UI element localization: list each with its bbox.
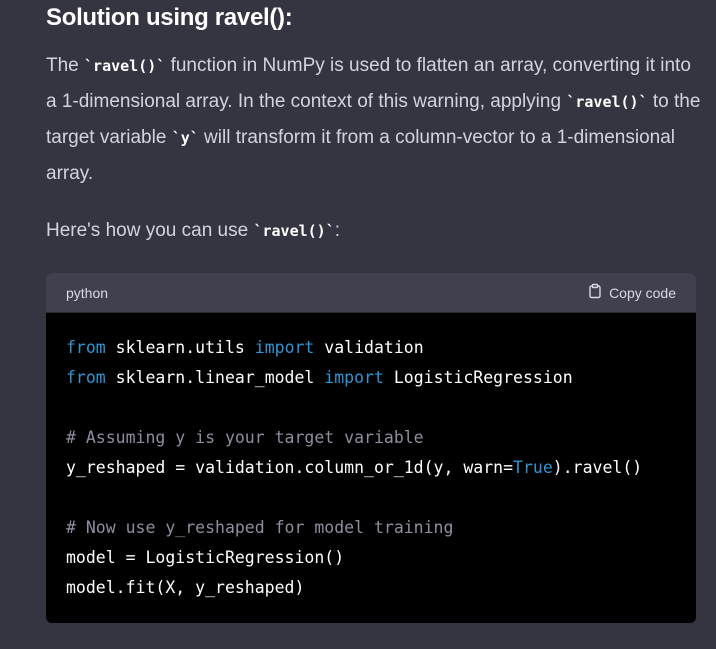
inline-code: `ravel()` bbox=[84, 57, 166, 75]
code-text: validation bbox=[314, 338, 424, 357]
code-text: ).ravel() bbox=[552, 458, 643, 477]
code-text: sklearn.utils bbox=[105, 338, 255, 357]
text-span: Here's how you can use bbox=[46, 220, 254, 241]
code-line: # Assuming y is your target variable bbox=[66, 423, 676, 453]
builtin-constant: True bbox=[513, 458, 553, 477]
text-span: The bbox=[46, 55, 85, 76]
code-language-label: python bbox=[66, 284, 109, 301]
usage-paragraph: Here's how you can use `ravel()`: bbox=[46, 213, 340, 249]
explanation-paragraph: The `ravel()` function in NumPy is used … bbox=[46, 48, 706, 191]
keyword: import bbox=[254, 338, 315, 357]
code-comment: # Assuming y is your target variable bbox=[66, 428, 424, 447]
inline-code: `ravel()` bbox=[566, 93, 648, 111]
copy-code-label: Copy code bbox=[609, 284, 676, 301]
code-line: model.fit(X, y_reshaped) bbox=[66, 573, 676, 603]
keyword: import bbox=[324, 368, 384, 387]
code-line: # Now use y_reshaped for model training bbox=[66, 513, 676, 543]
code-header: python Copy code bbox=[46, 273, 696, 313]
code-text: model.fit(X, y_reshaped) bbox=[66, 578, 305, 597]
clipboard-icon bbox=[587, 283, 603, 302]
chat-message: Solution using ravel(): The `ravel()` fu… bbox=[0, 0, 716, 649]
code-comment: # Now use y_reshaped for model training bbox=[66, 518, 454, 537]
keyword: from bbox=[66, 368, 106, 387]
code-line: from sklearn.linear_model import Logisti… bbox=[66, 363, 676, 393]
inline-code: `ravel()` bbox=[253, 222, 335, 240]
code-content[interactable]: from sklearn.utils import validation from… bbox=[46, 313, 696, 603]
copy-code-button[interactable]: Copy code bbox=[587, 283, 676, 302]
code-text: model = LogisticRegression() bbox=[66, 548, 345, 567]
code-line: from sklearn.utils import validation bbox=[66, 333, 676, 363]
text-span: : bbox=[334, 220, 341, 241]
code-text: sklearn.linear_model bbox=[105, 368, 325, 387]
code-line: y_reshaped = validation.column_or_1d(y, … bbox=[66, 453, 676, 483]
section-heading: Solution using ravel(): bbox=[46, 4, 293, 31]
code-block: python Copy code from sklearn.utils impo… bbox=[46, 273, 696, 623]
code-line: model = LogisticRegression() bbox=[66, 543, 676, 573]
inline-code: `y` bbox=[171, 129, 199, 147]
code-text: y_reshaped = validation.column_or_1d(y, … bbox=[66, 458, 514, 477]
code-text: LogisticRegression bbox=[383, 368, 573, 387]
keyword: from bbox=[66, 338, 106, 357]
